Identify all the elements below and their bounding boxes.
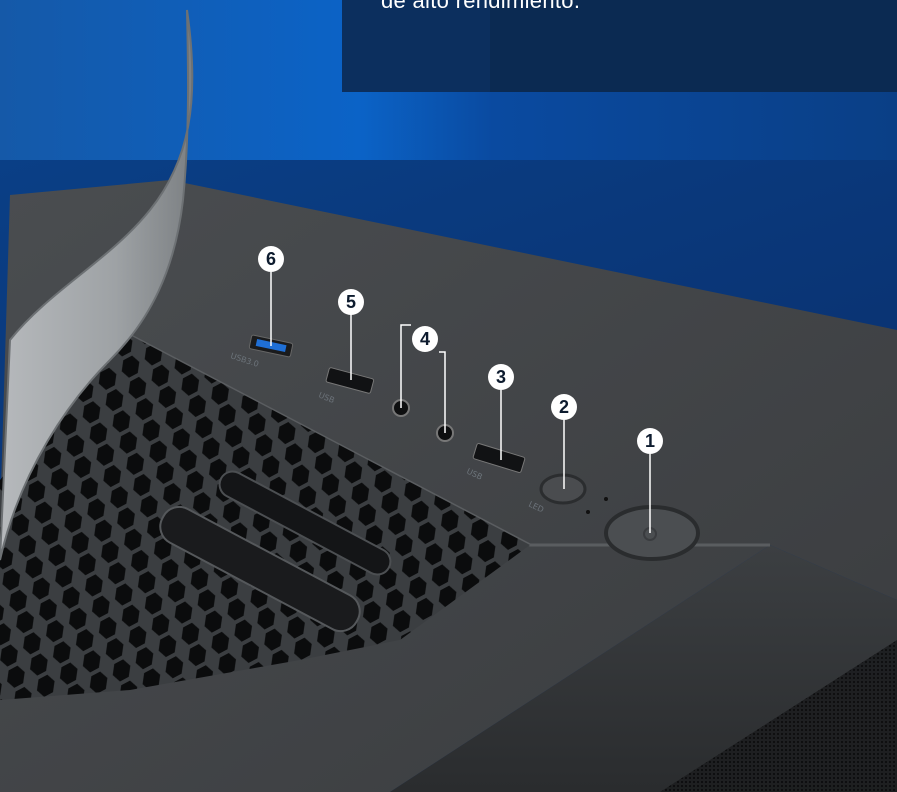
callout-3: 3 [488,364,514,390]
callout-5: 5 [338,289,364,315]
case-illustration: USB3.0 USB USB LED [0,9,897,792]
callout-4: 4 [412,326,438,352]
callout-2: 2 [551,394,577,420]
power-button [604,505,700,561]
callout-6: 6 [258,246,284,272]
callout-1: 1 [637,428,663,454]
led-button [539,473,587,505]
product-image: de alto rendimiento. USB3.0 USB USB LED … [0,0,897,792]
